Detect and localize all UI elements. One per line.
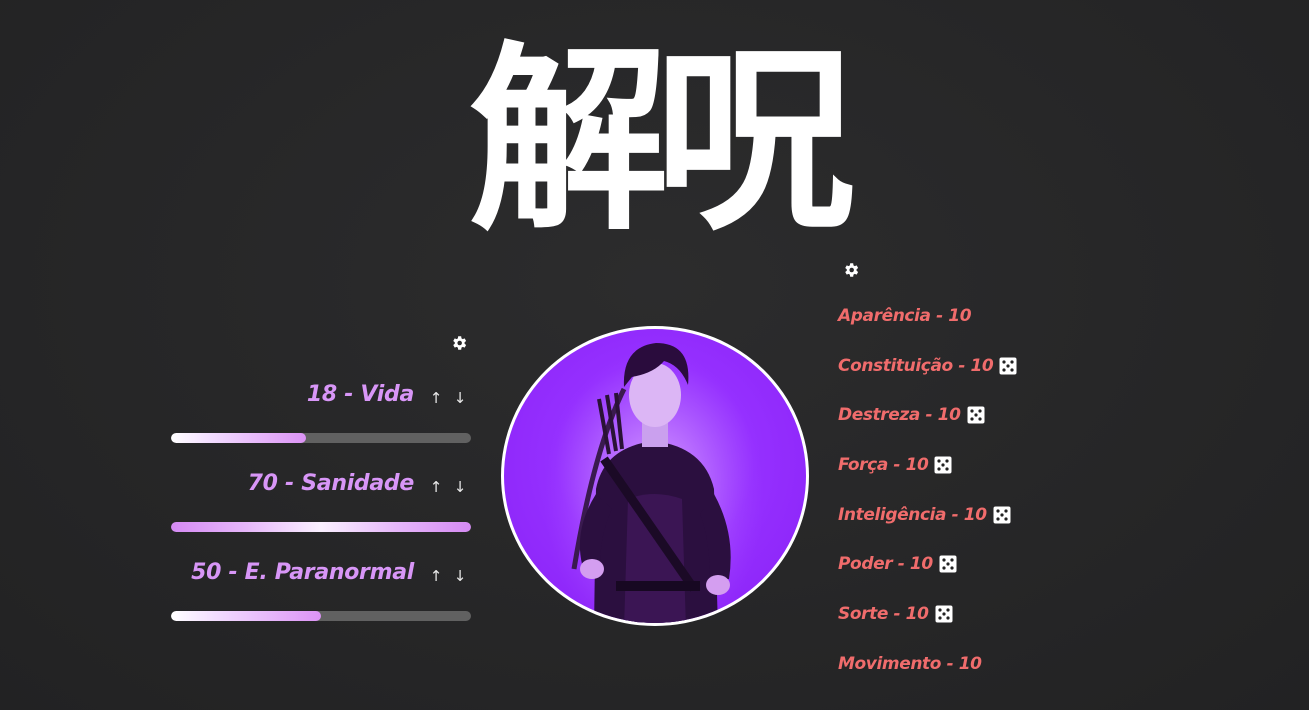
status-label-sanidade: 70 - Sanidade: [247, 470, 415, 496]
attribute-label: Destreza - 10: [838, 405, 961, 425]
attribute-constituicao: Constituição - 10: [838, 353, 1017, 379]
dice-icon[interactable]: [993, 506, 1011, 524]
sanidade-progress-fill: [171, 522, 471, 532]
status-row-e-paranormal: 50 - E. Paranormal ↑ ↓: [150, 554, 470, 590]
status-row-sanidade: 70 - Sanidade ↑ ↓: [150, 465, 470, 501]
e-paranormal-progress-fill: [171, 611, 321, 621]
attribute-movimento: Movimento - 10: [838, 651, 982, 677]
attribute-label: Força - 10: [838, 455, 929, 475]
decrease-vida-arrow-down-icon[interactable]: ↓: [448, 389, 472, 407]
increase-vida-arrow-up-icon[interactable]: ↑: [424, 389, 448, 407]
character-portrait-image: [544, 343, 764, 623]
status-settings-gear-icon[interactable]: [450, 334, 468, 352]
increase-e-paranormal-arrow-up-icon[interactable]: ↑: [424, 567, 448, 585]
attribute-label: Inteligência - 10: [838, 505, 987, 525]
status-row-vida: 18 - Vida ↑ ↓: [150, 376, 470, 412]
page-title: 解呪: [468, 25, 855, 258]
attribute-forca: Força - 10: [838, 452, 952, 478]
status-label-e-paranormal: 50 - E. Paranormal: [191, 559, 414, 585]
sanidade-progress-bar: [171, 522, 471, 532]
dice-icon[interactable]: [967, 406, 985, 424]
attribute-destreza: Destreza - 10: [838, 402, 985, 428]
increase-sanidade-arrow-up-icon[interactable]: ↑: [424, 478, 448, 496]
dice-icon[interactable]: [999, 357, 1017, 375]
attribute-poder: Poder - 10: [838, 551, 957, 577]
gear-icon: [845, 263, 859, 277]
attribute-label: Sorte - 10: [838, 604, 929, 624]
dice-icon[interactable]: [939, 555, 957, 573]
attribute-inteligencia: Inteligência - 10: [838, 502, 1011, 528]
attribute-label: Constituição - 10: [838, 356, 994, 376]
gear-icon: [453, 336, 467, 350]
decrease-sanidade-arrow-down-icon[interactable]: ↓: [448, 478, 472, 496]
vida-progress-bar: [171, 433, 471, 443]
dice-icon[interactable]: [935, 605, 953, 623]
dice-icon[interactable]: [934, 456, 952, 474]
decrease-e-paranormal-arrow-down-icon[interactable]: ↓: [448, 567, 472, 585]
vida-progress-fill: [171, 433, 306, 443]
attributes-settings-gear-icon[interactable]: [842, 261, 860, 279]
attribute-label: Poder - 10: [838, 554, 933, 574]
character-avatar[interactable]: [501, 326, 809, 626]
attribute-label: Aparência - 10: [838, 306, 972, 326]
attribute-label: Movimento - 10: [838, 654, 982, 674]
status-label-vida: 18 - Vida: [306, 381, 414, 407]
attribute-sorte: Sorte - 10: [838, 601, 953, 627]
e-paranormal-progress-bar: [171, 611, 471, 621]
attribute-aparencia: Aparência - 10: [838, 303, 972, 329]
